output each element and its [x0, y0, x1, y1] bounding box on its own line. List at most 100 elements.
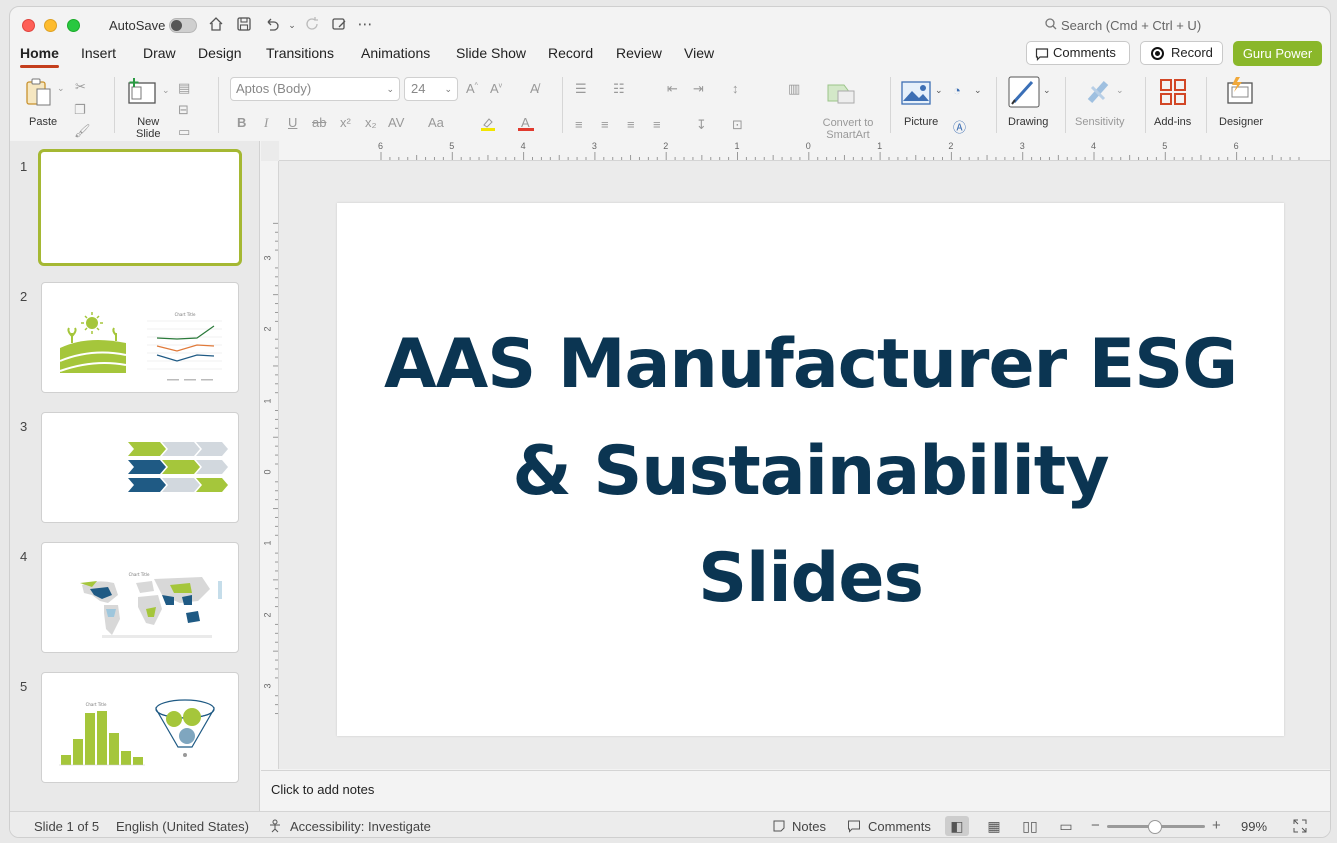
home-icon[interactable]	[207, 16, 225, 34]
slide-thumbnail-panel[interactable]: 1 2 Chart Title 3 4 Chart Title 5 Chart …	[10, 141, 260, 811]
zoom-out-icon[interactable]: −	[1091, 817, 1100, 834]
slideshow-view-icon[interactable]: ▭	[1054, 816, 1078, 836]
highlight-icon[interactable]	[480, 117, 496, 131]
reading-view-icon[interactable]: ▯▯	[1018, 816, 1042, 836]
tab-record[interactable]: Record	[548, 45, 593, 61]
increase-font-icon[interactable]: A^	[466, 81, 478, 96]
tab-home[interactable]: Home	[20, 45, 59, 68]
slide-editor[interactable]: 6 5 4 3 2 1 0 1 2 3 4 5 6 3 2 1 0 1 2 3 AAS Manufacturer E…	[261, 141, 1330, 769]
zoom-window-button[interactable]	[67, 19, 80, 32]
accessibility-status[interactable]: Accessibility: Investigate	[290, 819, 431, 834]
slide-thumbnail-3[interactable]	[41, 412, 239, 523]
comments-button[interactable]: Comments	[1026, 41, 1130, 65]
textbox-icon[interactable]: Ⓐ	[953, 117, 966, 136]
redo-icon[interactable]	[303, 16, 321, 34]
drawing-dropdown-icon[interactable]: ⌄	[1043, 85, 1051, 96]
character-spacing-icon[interactable]: AV	[388, 115, 404, 130]
change-case-icon[interactable]: Aa	[428, 115, 444, 130]
autosave-toggle[interactable]	[169, 18, 197, 33]
italic-icon[interactable]: I	[264, 115, 268, 131]
comments-icon[interactable]	[847, 819, 861, 836]
drawing-icon[interactable]	[1008, 76, 1040, 111]
columns-icon[interactable]: ▥	[788, 81, 800, 97]
paste-icon[interactable]	[24, 77, 54, 110]
tab-slide-show[interactable]: Slide Show	[456, 45, 526, 61]
guru-power-button[interactable]: Guru Power	[1233, 41, 1322, 66]
fit-to-window-icon[interactable]	[1293, 819, 1307, 836]
tab-animations[interactable]: Animations	[361, 45, 430, 61]
clear-format-icon[interactable]: A̸	[530, 81, 539, 96]
align-text-icon[interactable]: ⊡	[732, 117, 743, 133]
slide-thumbnail-4[interactable]: Chart Title	[41, 542, 239, 653]
slide-thumbnail-2[interactable]: Chart Title	[41, 282, 239, 393]
normal-view-icon[interactable]: ◧	[945, 816, 969, 836]
cut-icon[interactable]: ✂	[75, 79, 86, 95]
sensitivity-dropdown-icon[interactable]: ⌄	[1116, 85, 1124, 96]
tab-view[interactable]: View	[684, 45, 714, 61]
bullets-icon[interactable]: ☰	[575, 81, 587, 97]
align-left-icon[interactable]: ≡	[575, 117, 583, 132]
superscript-icon[interactable]: x²	[340, 115, 351, 130]
slide-title[interactable]: AAS Manufacturer ESG & Sustainability Sl…	[337, 311, 1284, 632]
sensitivity-icon[interactable]	[1084, 77, 1114, 110]
underline-icon[interactable]: U	[288, 115, 297, 130]
customize-icon[interactable]	[330, 16, 348, 34]
text-direction-icon[interactable]: ↧	[696, 117, 707, 133]
bold-icon[interactable]: B	[237, 115, 246, 130]
undo-icon[interactable]	[263, 16, 281, 34]
current-slide[interactable]: AAS Manufacturer ESG & Sustainability Sl…	[337, 203, 1284, 736]
zoom-slider-handle[interactable]	[1148, 820, 1163, 834]
record-button[interactable]: Record	[1140, 41, 1223, 65]
subscript-icon[interactable]: x₂	[365, 115, 377, 130]
strikethrough-icon[interactable]: ab	[312, 115, 326, 130]
format-painter-icon[interactable]: 🖌	[74, 123, 91, 139]
picture-dropdown-icon[interactable]: ⌄	[935, 85, 943, 96]
font-size-select[interactable]: 24 ⌄	[404, 77, 458, 101]
search-box[interactable]: Search (Cmd + Ctrl + U)	[1045, 18, 1201, 33]
picture-icon[interactable]	[901, 81, 931, 108]
more-icon[interactable]: ⋯	[356, 16, 374, 34]
paste-dropdown-icon[interactable]: ⌄	[57, 83, 65, 94]
slide-thumbnail-5[interactable]: Chart Title	[41, 672, 239, 783]
slide-sorter-icon[interactable]: ▦	[982, 816, 1006, 836]
notes-placeholder[interactable]: Click to add notes	[271, 782, 374, 797]
zoom-in-icon[interactable]: +	[1212, 817, 1221, 834]
new-slide-dropdown-icon[interactable]: ⌄	[162, 85, 170, 96]
line-spacing-icon[interactable]: ↕	[732, 81, 739, 96]
designer-icon[interactable]	[1224, 75, 1256, 110]
shapes-dropdown-icon[interactable]: ⌄	[974, 85, 982, 96]
notes-toggle[interactable]: Notes	[792, 819, 826, 834]
new-slide-icon[interactable]	[127, 77, 157, 108]
comments-toggle[interactable]: Comments	[868, 819, 931, 834]
numbering-icon[interactable]: ☷	[613, 81, 625, 97]
tab-transitions[interactable]: Transitions	[266, 45, 334, 61]
align-center-icon[interactable]: ≡	[601, 117, 609, 132]
align-right-icon[interactable]: ≡	[627, 117, 635, 132]
decrease-indent-icon[interactable]: ⇤	[667, 81, 678, 97]
undo-dropdown-icon[interactable]: ⌄	[283, 16, 301, 34]
font-name-select[interactable]: Aptos (Body) ⌄	[230, 77, 400, 101]
accessibility-icon[interactable]	[268, 819, 282, 836]
language-status[interactable]: English (United States)	[116, 819, 249, 834]
font-color-icon[interactable]: A	[518, 115, 534, 131]
increase-indent-icon[interactable]: ⇥	[693, 81, 704, 97]
justify-icon[interactable]: ≡	[653, 117, 661, 132]
slide-thumbnail-1[interactable]	[38, 149, 242, 266]
zoom-slider[interactable]	[1107, 820, 1205, 834]
minimize-window-button[interactable]	[44, 19, 57, 32]
tab-draw[interactable]: Draw	[143, 45, 176, 61]
notes-pane[interactable]: Click to add notes	[261, 770, 1330, 810]
notes-icon[interactable]	[772, 819, 786, 836]
reset-slide-icon[interactable]: ⊟	[178, 102, 189, 118]
addins-icon[interactable]	[1158, 77, 1188, 110]
close-window-button[interactable]	[22, 19, 35, 32]
section-icon[interactable]: ▭	[178, 124, 190, 140]
copy-icon[interactable]: ❐	[74, 102, 86, 118]
shapes-icon[interactable]: ◔	[953, 83, 961, 98]
zoom-level[interactable]: 99%	[1241, 819, 1267, 834]
tab-review[interactable]: Review	[616, 45, 662, 61]
tab-design[interactable]: Design	[198, 45, 242, 61]
tab-insert[interactable]: Insert	[81, 45, 116, 61]
save-icon[interactable]	[235, 16, 253, 34]
smartart-icon[interactable]	[824, 79, 858, 110]
